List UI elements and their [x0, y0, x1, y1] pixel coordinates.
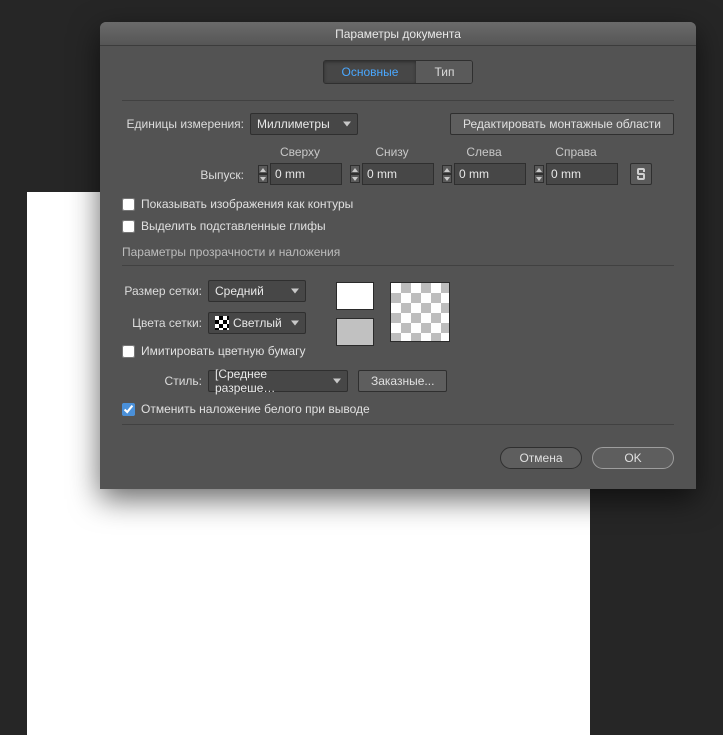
units-label: Единицы измерения:: [122, 117, 250, 131]
grid-colors-label: Цвета сетки:: [122, 316, 208, 330]
highlight-glyphs-row[interactable]: Выделить подставленные глифы: [122, 219, 674, 233]
reset-white-checkbox[interactable]: [122, 403, 135, 416]
show-outlines-label: Показывать изображения как контуры: [141, 197, 353, 211]
grid-colors-select[interactable]: Светлый: [208, 312, 306, 334]
highlight-glyphs-checkbox[interactable]: [122, 220, 135, 233]
grid-size-select[interactable]: Средний: [208, 280, 306, 302]
reset-white-row[interactable]: Отменить наложение белого при выводе: [122, 402, 674, 416]
checker-icon: [215, 316, 229, 330]
bleed-right-down[interactable]: [534, 174, 544, 183]
cancel-button[interactable]: Отмена: [500, 447, 582, 469]
bleed-bottom-down[interactable]: [350, 174, 360, 183]
bleed-label: Выпуск:: [122, 168, 250, 185]
reset-white-label: Отменить наложение белого при выводе: [141, 402, 370, 416]
dialog-title: Параметры документа: [100, 22, 696, 46]
grid-colors-value: Светлый: [233, 316, 282, 330]
bleed-bottom-label: Снизу: [375, 145, 408, 159]
show-outlines-row[interactable]: Показывать изображения как контуры: [122, 197, 674, 211]
bleed-right-label: Справа: [555, 145, 596, 159]
simulate-paper-row[interactable]: Имитировать цветную бумагу: [122, 344, 306, 358]
swatch-light[interactable]: [336, 282, 374, 310]
bleed-top-up[interactable]: [258, 165, 268, 174]
link-icon: [636, 167, 646, 181]
transparency-preview: [390, 282, 450, 342]
bleed-left-down[interactable]: [442, 174, 452, 183]
swatch-dark[interactable]: [336, 318, 374, 346]
bleed-left-label: Слева: [466, 145, 501, 159]
bleed-top-down[interactable]: [258, 174, 268, 183]
tab-main[interactable]: Основные: [324, 61, 417, 83]
bleed-bottom-input[interactable]: [362, 163, 434, 185]
tab-type[interactable]: Тип: [416, 61, 472, 83]
simulate-paper-checkbox[interactable]: [122, 345, 135, 358]
bleed-top-input[interactable]: [270, 163, 342, 185]
ok-button[interactable]: OK: [592, 447, 674, 469]
bleed-left-up[interactable]: [442, 165, 452, 174]
style-label: Стиль:: [122, 374, 208, 388]
units-select[interactable]: Миллиметры: [250, 113, 358, 135]
units-value: Миллиметры: [257, 117, 330, 131]
style-select[interactable]: [Среднее разреше…: [208, 370, 348, 392]
custom-style-button[interactable]: Заказные...: [358, 370, 447, 392]
highlight-glyphs-label: Выделить подставленные глифы: [141, 219, 326, 233]
bleed-left-input[interactable]: [454, 163, 526, 185]
bleed-right-up[interactable]: [534, 165, 544, 174]
grid-size-value: Средний: [215, 284, 264, 298]
edit-artboards-button[interactable]: Редактировать монтажные области: [450, 113, 674, 135]
link-bleed-button[interactable]: [630, 163, 652, 185]
simulate-paper-label: Имитировать цветную бумагу: [141, 344, 305, 358]
bleed-bottom-up[interactable]: [350, 165, 360, 174]
grid-size-label: Размер сетки:: [122, 284, 208, 298]
transparency-section-title: Параметры прозрачности и наложения: [122, 245, 674, 259]
bleed-right-input[interactable]: [546, 163, 618, 185]
tabs: Основные Тип: [122, 60, 674, 84]
show-outlines-checkbox[interactable]: [122, 198, 135, 211]
document-setup-dialog: Параметры документа Основные Тип Единицы…: [100, 22, 696, 489]
style-value: [Среднее разреше…: [215, 367, 327, 395]
bleed-top-label: Сверху: [280, 145, 320, 159]
